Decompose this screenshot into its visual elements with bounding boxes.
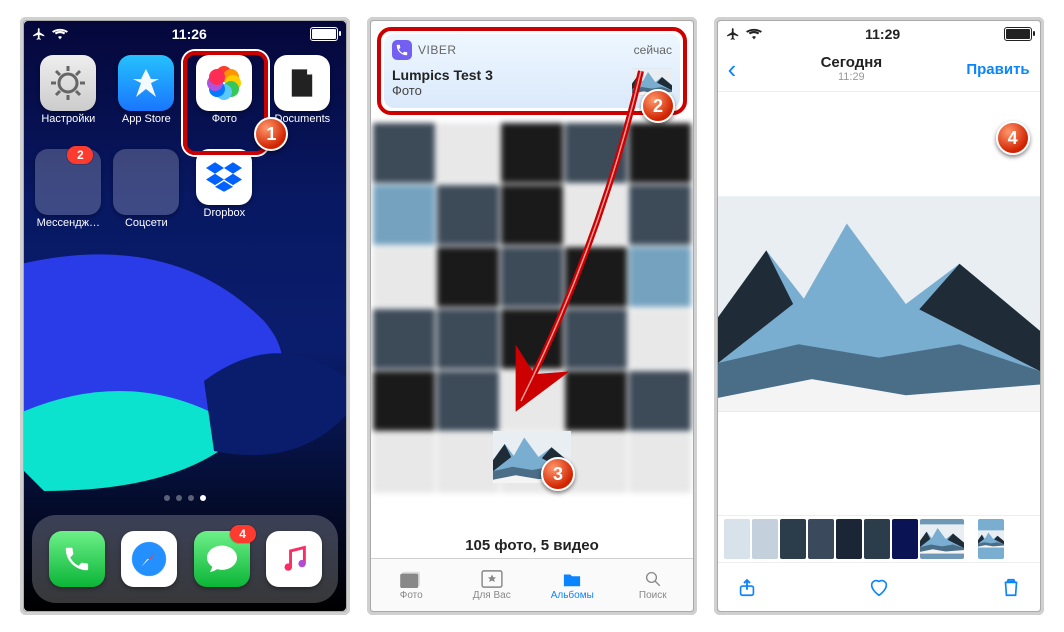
- photo-thumbnail-strip[interactable]: [718, 515, 1040, 562]
- compass-icon: [127, 537, 171, 581]
- notif-app-name: VIBER: [418, 43, 457, 57]
- app-safari[interactable]: [121, 531, 177, 587]
- battery-icon: [310, 27, 338, 41]
- edit-button[interactable]: Править: [966, 61, 1029, 78]
- app-appstore[interactable]: App Store: [110, 55, 182, 143]
- heart-icon[interactable]: [868, 576, 890, 598]
- app-photos[interactable]: Фото: [188, 55, 260, 143]
- photo-viewport[interactable]: [718, 92, 1040, 515]
- app-phone[interactable]: [49, 531, 105, 587]
- app-music[interactable]: [266, 531, 322, 587]
- thumb-selected: [920, 519, 964, 559]
- dropbox-icon: [206, 162, 242, 192]
- documents-icon: [285, 66, 319, 100]
- page-dots: [24, 495, 346, 501]
- search-icon: [642, 570, 664, 588]
- iphone-photo-detail: 11:29 ‹ Сегодня 11:29 Править: [714, 17, 1044, 615]
- phone-icon: [62, 544, 92, 574]
- status-time: 11:26: [172, 26, 207, 42]
- music-icon: [280, 544, 308, 574]
- back-button[interactable]: ‹: [728, 54, 737, 85]
- trash-icon[interactable]: [1000, 576, 1022, 598]
- tab-search[interactable]: Поиск: [612, 559, 693, 611]
- nav-title: Сегодня 11:29: [821, 55, 883, 84]
- tab-photos[interactable]: Фото: [371, 559, 452, 611]
- tab-albums[interactable]: Альбомы: [532, 559, 613, 611]
- notif-time: сейчас: [634, 43, 672, 57]
- badge-messengers: 2: [67, 146, 93, 164]
- folder-social[interactable]: Соцсети: [110, 149, 182, 237]
- folder-messengers[interactable]: 2 Мессендж…: [32, 149, 104, 237]
- album-caption: 105 фото, 5 видео: [371, 529, 693, 558]
- messages-icon: [205, 544, 239, 574]
- iphone-homescreen: 11:26 Настройки App Store: [20, 17, 350, 615]
- app-settings[interactable]: Настройки: [32, 55, 104, 143]
- photos-tabbar: Фото Для Вас Альбомы Поиск: [371, 558, 693, 611]
- iphone-photos-album: VIBER сейчас Lumpics Test 3 Фото: [367, 17, 697, 615]
- dock: 4: [32, 515, 338, 603]
- status-time: 11:29: [865, 26, 900, 42]
- photo-navbar: ‹ Сегодня 11:29 Править: [718, 47, 1040, 92]
- airplane-icon: [726, 27, 740, 41]
- status-bar: 11:29: [718, 21, 1040, 47]
- app-dropbox[interactable]: Dropbox: [188, 149, 260, 237]
- wifi-icon: [746, 28, 762, 40]
- gear-icon: [48, 63, 88, 103]
- status-bar: 11:26: [24, 21, 346, 47]
- badge-messages: 4: [230, 525, 256, 543]
- marker-4: 4: [996, 121, 1030, 155]
- appstore-icon: [128, 65, 164, 101]
- photos-icon: [207, 66, 241, 100]
- marker-2: 2: [641, 89, 675, 123]
- viber-app-icon: [392, 40, 412, 60]
- app-messages[interactable]: 4: [194, 531, 250, 587]
- airplane-icon: [32, 27, 46, 41]
- battery-icon: [1004, 27, 1032, 41]
- share-icon[interactable]: [736, 576, 758, 598]
- wifi-icon: [52, 28, 68, 40]
- photo-toolbar: [718, 562, 1040, 611]
- notif-title: Lumpics Test 3: [392, 67, 493, 83]
- marker-3: 3: [541, 457, 575, 491]
- notif-subtitle: Фото: [392, 83, 493, 98]
- tab-foryou[interactable]: Для Вас: [451, 559, 532, 611]
